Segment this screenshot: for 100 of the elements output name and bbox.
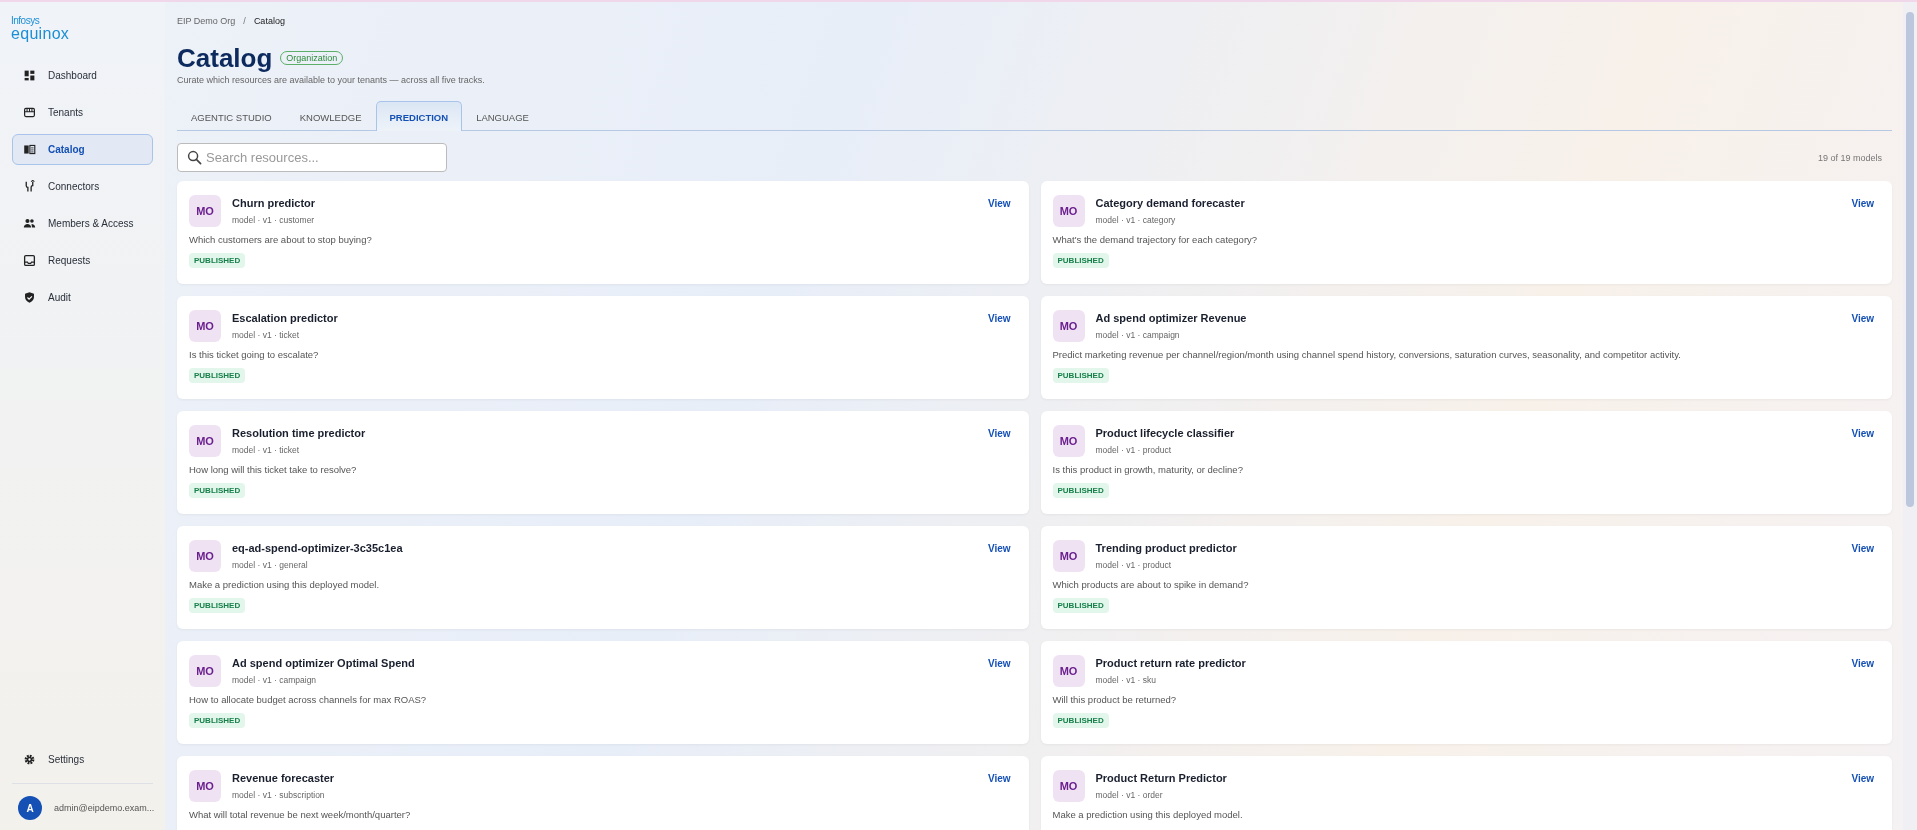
scrollbar[interactable]	[1903, 2, 1917, 830]
status-tag: PUBLISHED	[1052, 483, 1109, 498]
search-field[interactable]: Search resources...	[177, 143, 447, 172]
model-name: Product Return Predictor	[1095, 772, 1228, 784]
model-name: eq-ad-spend-optimizer-3c35c1ea	[232, 542, 404, 554]
breadcrumb-link[interactable]: EIP Demo Org	[177, 16, 236, 26]
people-icon	[23, 217, 36, 230]
model-avatar: MO	[189, 655, 221, 687]
model-meta: model · v1 · subscription	[232, 790, 326, 800]
status-tag: PUBLISHED	[189, 483, 246, 498]
tab[interactable]: PREDICTION	[375, 101, 463, 131]
model-description: Is this ticket going to escalate?	[189, 349, 319, 360]
model-description: Which products are about to spike in demand?	[1052, 579, 1249, 590]
breadcrumb-separator: /	[243, 16, 246, 26]
view-link[interactable]: View	[987, 658, 1011, 669]
sidebar-item[interactable]: Catalog	[12, 134, 153, 165]
model-description: Will this product be returned?	[1052, 694, 1177, 705]
page-subtitle: Curate which resources are available to your tenants — across all five tracks.	[177, 75, 486, 85]
status-tag: PUBLISHED	[1052, 253, 1109, 268]
model-meta: model · v1 · product	[1095, 445, 1173, 455]
breadcrumb-current: Catalog	[253, 16, 285, 26]
model-name: Churn predictor	[232, 197, 317, 209]
model-description: What's the demand trajectory for each category?	[1052, 234, 1258, 245]
tab[interactable]: AGENTIC STUDIO	[177, 101, 286, 131]
view-link[interactable]: View	[1851, 773, 1874, 784]
model-meta: model · v1 · ticket	[232, 330, 301, 340]
result-count: 19 of 19 models	[1817, 152, 1882, 163]
model-description: How to allocate budget across channels for max ROAS?	[189, 694, 427, 705]
model-avatar: MO	[189, 310, 221, 342]
model-meta: model · v1 · product	[1095, 560, 1173, 570]
view-link[interactable]: View	[987, 313, 1011, 324]
model-meta: model · v1 · general	[232, 560, 309, 570]
model-avatar: MO	[1052, 310, 1085, 342]
model-meta: model · v1 · ticket	[232, 445, 301, 455]
settings-icon	[23, 753, 36, 766]
view-link[interactable]: View	[1851, 428, 1874, 439]
model-description: Make a prediction using this deployed model.	[189, 579, 380, 590]
model-name: Ad spend optimizer Optimal Spend	[232, 657, 416, 669]
model-name: Product lifecycle classifier	[1095, 427, 1236, 439]
view-link[interactable]: View	[1851, 198, 1874, 209]
view-link[interactable]: View	[1851, 313, 1874, 324]
book-icon	[23, 143, 36, 156]
model-avatar: MO	[1052, 540, 1085, 572]
status-tag: PUBLISHED	[189, 598, 246, 613]
plug-icon	[23, 180, 36, 193]
model-meta: model · v1 · category	[1095, 215, 1177, 225]
model-name: Trending product predictor	[1095, 542, 1238, 554]
model-meta: model · v1 · campaign	[1095, 330, 1181, 340]
model-name: Ad spend optimizer Revenue	[1095, 312, 1248, 324]
shield-check-icon	[23, 291, 36, 304]
tab[interactable]: KNOWLEDGE	[285, 101, 376, 131]
model-description: Which customers are about to stop buying?	[189, 234, 372, 245]
view-link[interactable]: View	[987, 198, 1011, 209]
model-meta: model · v1 · order	[1095, 790, 1164, 800]
model-meta: model · v1 · campaign	[232, 675, 318, 685]
dashboard-icon	[23, 69, 36, 82]
view-link[interactable]: View	[987, 543, 1011, 554]
sidebar-item[interactable]: Tenants	[12, 97, 153, 128]
model-avatar: MO	[189, 425, 221, 457]
model-description: Make a prediction using this deployed model.	[1052, 809, 1243, 820]
model-avatar: MO	[189, 540, 221, 572]
sidebar-item[interactable]: Audit	[12, 282, 153, 313]
model-description: Is this product in growth, maturity, or decline?	[1052, 464, 1243, 475]
settings-link[interactable]: Settings	[12, 744, 153, 775]
status-tag: PUBLISHED	[1052, 368, 1109, 383]
user-email: admin@eipdemo.exam...	[54, 803, 155, 813]
model-avatar: MO	[1052, 195, 1085, 227]
model-description: What will total revenue be next week/month/quarter?	[189, 809, 411, 820]
logo-product-text: equinox	[11, 26, 70, 42]
sidebar-item[interactable]: Dashboard	[12, 60, 153, 91]
inbox-icon	[23, 254, 36, 267]
tab[interactable]: LANGUAGE	[462, 101, 543, 131]
view-link[interactable]: View	[1851, 543, 1874, 554]
model-description: How long will this ticket take to resolve?	[189, 464, 357, 475]
sidebar-item[interactable]: Connectors	[12, 171, 153, 202]
user-avatar: A	[18, 796, 42, 820]
storefront-icon	[23, 106, 36, 119]
model-name: Category demand forecaster	[1095, 197, 1246, 209]
logo-brand-text: Infosys	[11, 16, 40, 26]
model-name: Resolution time predictor	[232, 427, 367, 439]
page-title: Catalog	[177, 45, 273, 71]
view-link[interactable]: View	[987, 428, 1011, 439]
model-meta: model · v1 · sku	[1095, 675, 1157, 685]
sidebar-item[interactable]: Requests	[12, 245, 153, 276]
status-tag: PUBLISHED	[1052, 598, 1109, 613]
view-link[interactable]: View	[987, 773, 1011, 784]
status-tag: PUBLISHED	[189, 713, 246, 728]
status-tag: PUBLISHED	[1052, 713, 1109, 728]
model-avatar: MO	[1052, 770, 1085, 802]
model-avatar: MO	[1052, 655, 1085, 687]
model-name: Product return rate predictor	[1095, 657, 1247, 669]
model-name: Escalation predictor	[232, 312, 339, 324]
view-link[interactable]: View	[1851, 658, 1874, 669]
status-tag: PUBLISHED	[189, 368, 246, 383]
model-avatar: MO	[189, 195, 221, 227]
model-avatar: MO	[1052, 425, 1085, 457]
model-name: Revenue forecaster	[232, 772, 336, 784]
model-description: Predict marketing revenue per channel/region/month using channel spend history, conversions, saturation curves, seasonality, and competitor activity.	[1052, 349, 1681, 360]
model-meta: model · v1 · customer	[232, 215, 316, 225]
sidebar-item[interactable]: Members & Access	[12, 208, 153, 239]
